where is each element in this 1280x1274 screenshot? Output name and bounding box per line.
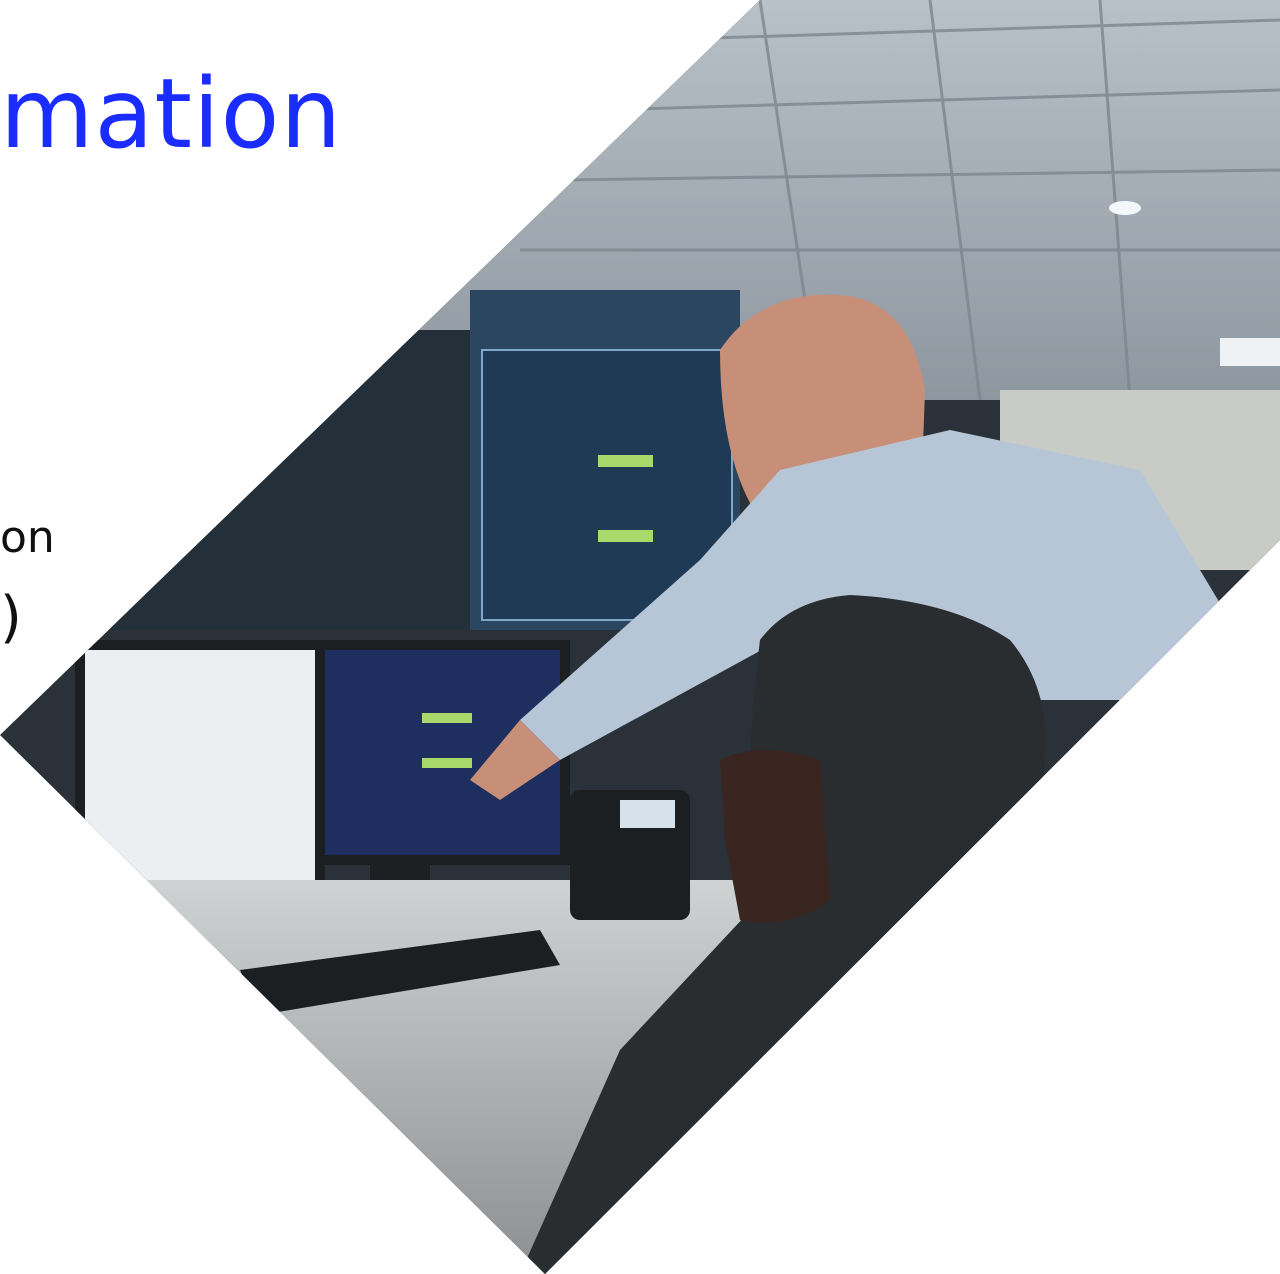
- body-text-line-1: on: [0, 512, 55, 563]
- page-title: mation: [0, 58, 343, 170]
- operations-center-photo: [0, 0, 1280, 1274]
- body-text-line-2: ): [0, 585, 22, 650]
